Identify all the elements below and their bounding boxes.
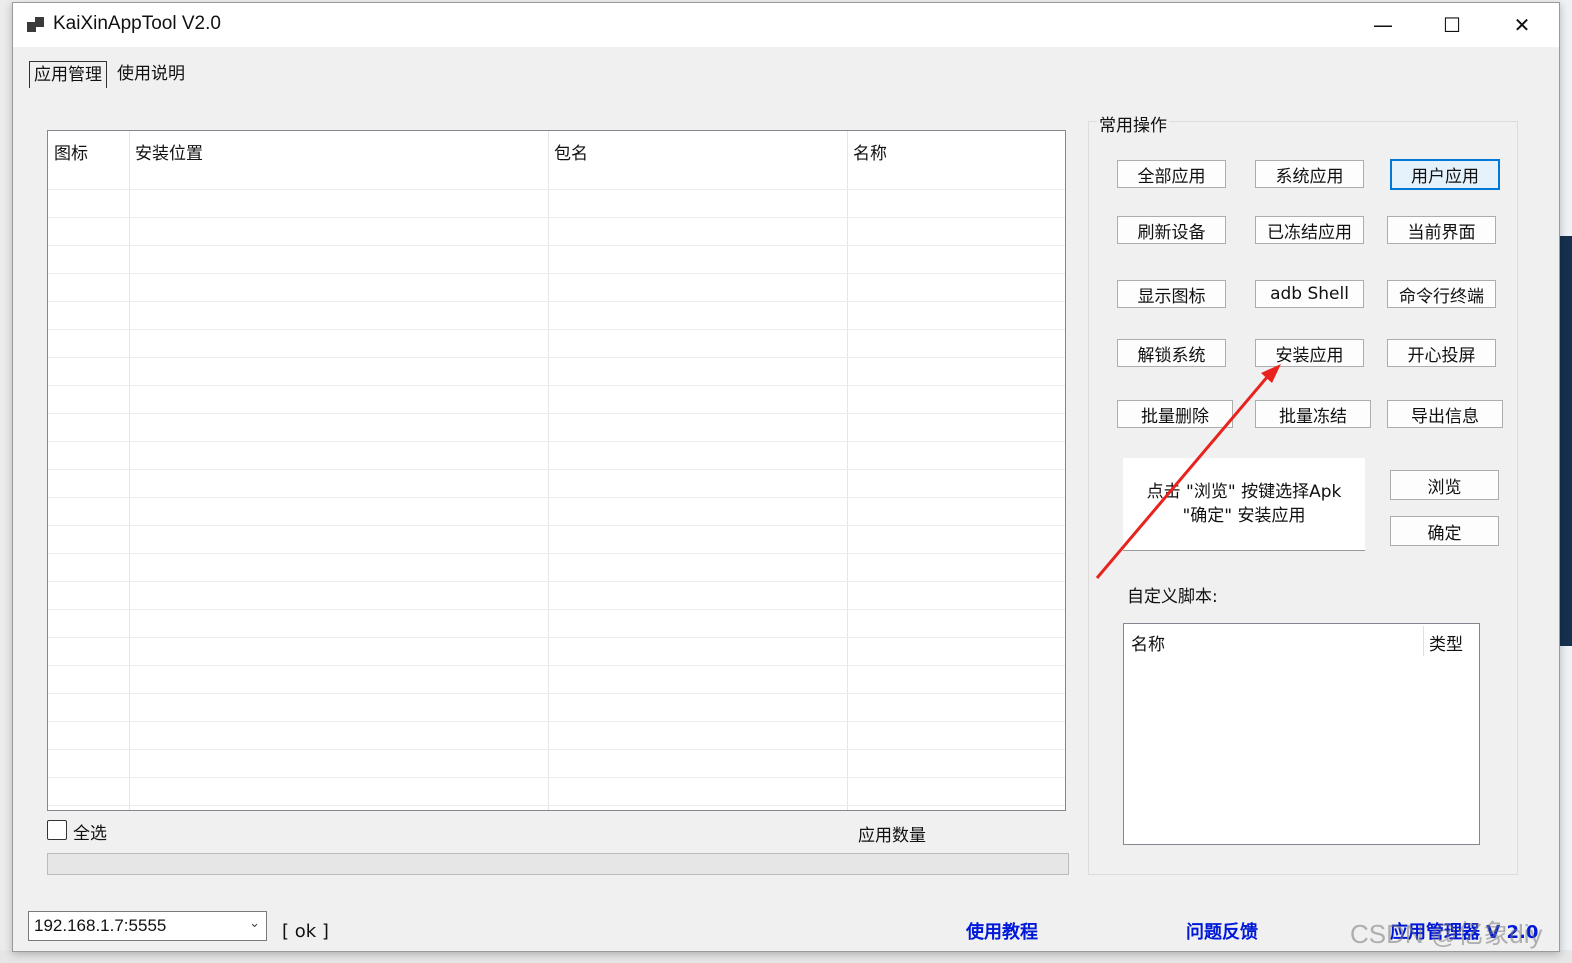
table-row-line — [48, 385, 1065, 386]
table-row-line — [48, 469, 1065, 470]
csdn-watermark: CSDN @亿象diy — [1350, 919, 1543, 949]
table-row-line — [48, 665, 1065, 666]
user-apps-button[interactable]: 用户应用 — [1390, 159, 1500, 190]
column-header-icon[interactable]: 图标 — [54, 139, 88, 164]
browse-button[interactable]: 浏览 — [1390, 470, 1499, 500]
app-window: KaiXinAppTool V2.0 — ☐ ✕ 应用管理 使用说明 图标 安装… — [12, 2, 1560, 952]
command-terminal-button[interactable]: 命令行终端 — [1387, 280, 1496, 308]
column-divider — [548, 131, 549, 810]
install-app-button[interactable]: 安装应用 — [1255, 339, 1364, 367]
custom-script-label: 自定义脚本: — [1127, 587, 1218, 607]
title-bar[interactable]: KaiXinAppTool V2.0 — ☐ ✕ — [13, 3, 1559, 47]
table-row-line — [48, 721, 1065, 722]
table-row-line — [48, 525, 1065, 526]
custom-script-list[interactable]: 名称 类型 — [1123, 623, 1480, 845]
progress-bar — [47, 853, 1069, 875]
export-info-button[interactable]: 导出信息 — [1387, 400, 1503, 428]
column-header-name[interactable]: 名称 — [853, 139, 887, 164]
device-select-value: 192.168.1.7:5555 — [34, 916, 167, 935]
install-hint-line1: 点击 "浏览" 按键选择Apk — [1146, 482, 1342, 502]
table-row-line — [48, 637, 1065, 638]
feedback-link[interactable]: 问题反馈 — [1186, 918, 1258, 944]
system-apps-button[interactable]: 系统应用 — [1255, 160, 1364, 188]
show-icons-button[interactable]: 显示图标 — [1117, 280, 1226, 308]
app-list-table[interactable]: 图标 安装位置 包名 名称 — [47, 130, 1066, 811]
select-all-label: 全选 — [73, 824, 107, 844]
minimize-button[interactable]: — — [1349, 3, 1417, 47]
table-row-line — [48, 301, 1065, 302]
confirm-install-button[interactable]: 确定 — [1390, 516, 1499, 546]
table-row-line — [48, 609, 1065, 610]
tab-app-management[interactable]: 应用管理 — [29, 61, 107, 88]
all-apps-button[interactable]: 全部应用 — [1117, 160, 1226, 188]
table-row-line — [48, 245, 1065, 246]
table-row-line — [48, 497, 1065, 498]
select-all-checkbox[interactable] — [47, 820, 67, 840]
table-row-line — [48, 749, 1065, 750]
column-divider — [1423, 626, 1424, 656]
column-divider — [847, 131, 848, 810]
script-column-name[interactable]: 名称 — [1131, 630, 1165, 655]
screen-cast-button[interactable]: 开心投屏 — [1387, 339, 1496, 367]
batch-delete-button[interactable]: 批量删除 — [1117, 400, 1233, 428]
app-count-label: 应用数量 — [858, 826, 926, 846]
install-hint-line2: "确定" 安装应用 — [1182, 506, 1306, 526]
maximize-button[interactable]: ☐ — [1418, 3, 1486, 47]
table-row-line — [48, 553, 1065, 554]
script-column-type[interactable]: 类型 — [1429, 630, 1463, 655]
common-operations-title: 常用操作 — [1097, 111, 1169, 136]
table-row-line — [48, 581, 1065, 582]
current-screen-button[interactable]: 当前界面 — [1387, 216, 1496, 244]
frozen-apps-button[interactable]: 已冻结应用 — [1255, 216, 1364, 244]
app-logo-icon — [27, 15, 45, 33]
column-header-install-location[interactable]: 安装位置 — [135, 139, 203, 164]
window-title: KaiXinAppTool V2.0 — [53, 13, 221, 34]
table-row-line — [48, 357, 1065, 358]
table-row-line — [48, 441, 1065, 442]
install-hint-box: 点击 "浏览" 按键选择Apk "确定" 安装应用 — [1123, 458, 1365, 551]
table-row-line — [48, 777, 1065, 778]
connection-status: [ ok ] — [282, 921, 329, 942]
column-header-package-name[interactable]: 包名 — [554, 139, 588, 164]
table-row-line — [48, 805, 1065, 806]
desktop-background-left — [0, 0, 12, 963]
table-row-line — [48, 273, 1065, 274]
device-select[interactable]: 192.168.1.7:5555 ⌄ — [28, 911, 267, 941]
chevron-down-icon[interactable]: ⌄ — [249, 916, 260, 931]
adb-shell-button[interactable]: adb Shell — [1255, 280, 1364, 308]
batch-freeze-button[interactable]: 批量冻结 — [1255, 400, 1371, 428]
unlock-system-button[interactable]: 解锁系统 — [1117, 339, 1226, 367]
tab-instructions[interactable]: 使用说明 — [113, 61, 189, 87]
close-button[interactable]: ✕ — [1488, 3, 1556, 47]
table-row-line — [48, 329, 1065, 330]
table-row-line — [48, 693, 1065, 694]
column-divider — [129, 131, 130, 810]
tutorial-link[interactable]: 使用教程 — [966, 918, 1038, 944]
table-row-line — [48, 189, 1065, 190]
desktop-background-right — [1558, 0, 1572, 963]
table-row-line — [48, 413, 1065, 414]
refresh-device-button[interactable]: 刷新设备 — [1117, 216, 1226, 244]
table-row-line — [48, 217, 1065, 218]
